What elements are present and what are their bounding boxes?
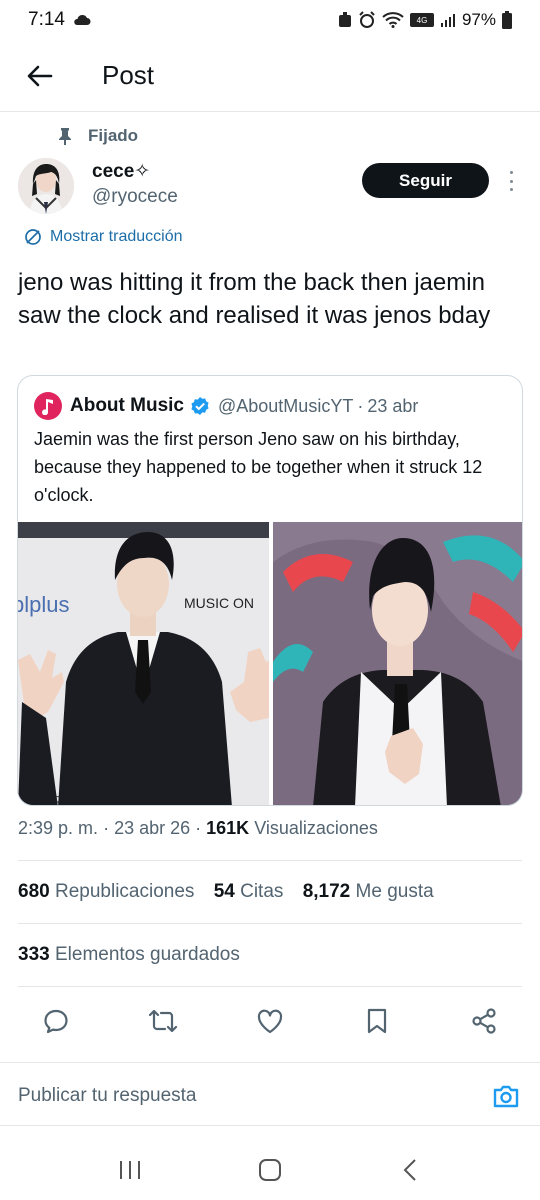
pin-icon <box>59 128 71 145</box>
quotes-stat[interactable]: 54 Citas <box>214 881 284 902</box>
quoted-avatar <box>34 392 62 420</box>
bookmark-icon <box>367 1008 387 1034</box>
author-handle[interactable]: @ryocece <box>92 186 178 208</box>
separator-dot: · <box>357 395 364 416</box>
pinned-indicator: Fijado <box>58 126 138 146</box>
bookmarks-count: 333 <box>18 944 50 965</box>
likes-stat[interactable]: 8,172 Me gusta <box>303 881 434 902</box>
follow-button[interactable]: Seguir <box>362 163 489 198</box>
home-icon <box>259 1159 281 1181</box>
translate-icon <box>25 229 41 245</box>
wifi-icon <box>382 12 404 28</box>
reposts-count: 680 <box>18 881 50 902</box>
quotes-count: 54 <box>213 881 235 902</box>
quoted-author-name: About Music <box>70 395 184 416</box>
system-back-button[interactable] <box>390 1150 430 1190</box>
status-right: 4G 97% <box>338 10 512 30</box>
reply-icon <box>44 1009 68 1034</box>
post-time: 2:39 p. m. <box>18 818 99 838</box>
reply-bar <box>0 1062 540 1126</box>
alarm-icon <box>358 11 376 29</box>
author-name[interactable]: cece✧ <box>92 160 150 183</box>
top-app-bar: Post <box>0 40 540 112</box>
music-note-icon <box>42 399 53 415</box>
network-4g-icon: 4G <box>409 12 434 28</box>
avatar[interactable] <box>18 158 74 214</box>
post-stats: 680 Republicaciones 54 Citas 8,172 Me gu… <box>18 881 448 903</box>
verified-icon <box>190 396 210 416</box>
quotes-label: Citas <box>240 881 284 902</box>
views-label: Visualizaciones <box>254 818 378 838</box>
post-date: 23 abr 26 <box>114 818 191 838</box>
quoted-image-left[interactable]: plplus MUSIC ON STAR <box>18 522 270 805</box>
divider <box>18 923 522 924</box>
post-author: cece✧ @ryocece Seguir <box>18 156 522 220</box>
bookmarks-label: Elementos guardados <box>54 944 240 965</box>
more-options-button[interactable] <box>504 168 518 194</box>
pinned-label: Fijado <box>88 126 139 145</box>
likes-label: Me gusta <box>355 881 434 902</box>
bookmark-button[interactable] <box>361 1005 393 1037</box>
share-icon <box>472 1008 496 1034</box>
post-meta: 2:39 p. m. · 23 abr 26 · 161K Visualizac… <box>18 818 378 838</box>
repost-button[interactable] <box>147 1005 179 1037</box>
recents-icon <box>120 1161 140 1179</box>
reposts-stat[interactable]: 680 Republicaciones <box>18 881 194 902</box>
sign-text-2: MUSIC ON <box>184 595 254 611</box>
reposts-label: Republicaciones <box>54 881 195 902</box>
battery-percent: 97% <box>461 10 496 29</box>
recents-button[interactable] <box>110 1150 150 1190</box>
retweet-icon <box>148 1009 178 1033</box>
reply-input[interactable] <box>18 1085 438 1107</box>
battery-icon <box>502 11 512 29</box>
reply-button[interactable] <box>40 1005 72 1037</box>
bookmarks-stat[interactable]: 333 Elementos guardados <box>18 944 240 966</box>
post-text: jeno was hitting it from the back then j… <box>18 269 491 329</box>
divider <box>18 860 522 861</box>
camera-button[interactable] <box>491 1082 521 1110</box>
likes-count: 8,172 <box>302 881 351 902</box>
views-count: 161K <box>206 818 250 838</box>
translate-label: Mostrar traducción <box>50 228 183 245</box>
camera-icon <box>493 1085 519 1108</box>
share-button[interactable] <box>468 1005 500 1037</box>
status-time: 7:14 <box>28 9 65 30</box>
back-button[interactable] <box>20 56 60 96</box>
quoted-post-header: About Music @AboutMusicYT · 23 abr <box>34 392 418 420</box>
sign-text-1: plplus <box>18 592 69 617</box>
status-bar: 7:14 4G 97% <box>0 0 540 40</box>
show-translation-link[interactable]: Mostrar traducción <box>24 228 183 246</box>
like-icon <box>257 1009 283 1034</box>
page-title: Post <box>102 60 155 90</box>
back-nav-icon <box>403 1159 416 1181</box>
quoted-author-handle: @AboutMusicYT <box>218 395 354 416</box>
recycle-icon <box>338 12 352 28</box>
status-left: 7:14 <box>28 9 91 31</box>
quoted-images: plplus MUSIC ON STAR <box>18 522 522 805</box>
like-button[interactable] <box>254 1005 286 1037</box>
system-nav-bar <box>0 1140 540 1200</box>
quoted-text: Jaemin was the first person Jeno saw on … <box>34 429 483 505</box>
quoted-image-right[interactable] <box>272 522 522 805</box>
cloud-icon <box>73 14 91 26</box>
svg-text:4G: 4G <box>417 16 428 25</box>
quoted-post[interactable]: About Music @AboutMusicYT · 23 abr Jaemi… <box>17 375 523 806</box>
action-bar <box>24 1004 516 1038</box>
home-button[interactable] <box>250 1150 290 1190</box>
back-arrow-icon <box>27 65 53 86</box>
quoted-date: 23 abr <box>367 395 419 416</box>
divider <box>18 986 522 987</box>
signal-icon <box>440 12 456 28</box>
